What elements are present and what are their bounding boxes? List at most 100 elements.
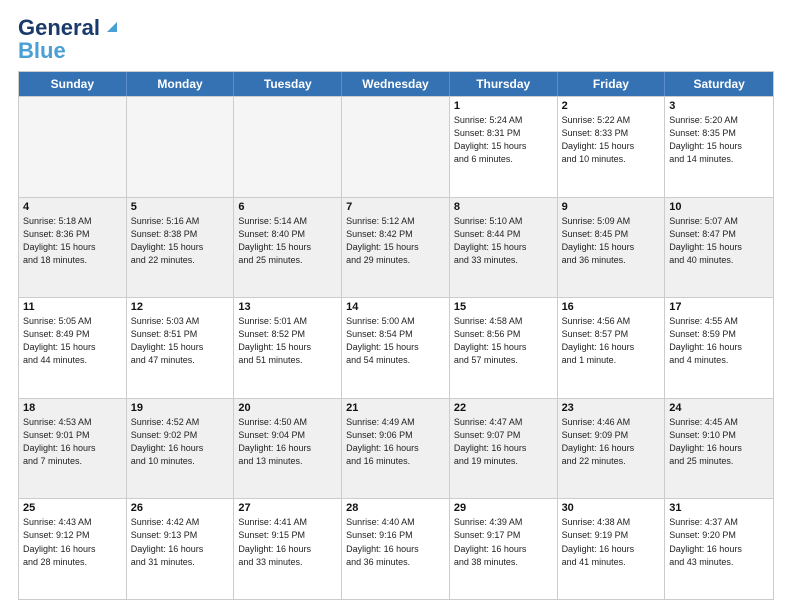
cal-cell-1-2: 6 Sunrise: 5:14 AM Sunset: 8:40 PM Daylig… xyxy=(234,198,342,298)
day-info: Sunrise: 4:40 AM Sunset: 9:16 PM Dayligh… xyxy=(346,516,445,568)
cal-cell-3-1: 19 Sunrise: 4:52 AM Sunset: 9:02 PM Dayli… xyxy=(127,399,235,499)
day-number: 23 xyxy=(562,402,661,414)
day-number: 13 xyxy=(238,301,337,313)
day-info: Sunrise: 4:53 AM Sunset: 9:01 PM Dayligh… xyxy=(23,416,122,468)
header-cell-friday: Friday xyxy=(558,72,666,96)
day-number: 27 xyxy=(238,502,337,514)
day-number: 22 xyxy=(454,402,553,414)
cal-cell-3-0: 18 Sunrise: 4:53 AM Sunset: 9:01 PM Dayli… xyxy=(19,399,127,499)
cal-cell-2-4: 15 Sunrise: 4:58 AM Sunset: 8:56 PM Dayli… xyxy=(450,298,558,398)
cal-cell-4-2: 27 Sunrise: 4:41 AM Sunset: 9:15 PM Dayli… xyxy=(234,499,342,599)
day-number: 26 xyxy=(131,502,230,514)
calendar-row-1: 4 Sunrise: 5:18 AM Sunset: 8:36 PM Daylig… xyxy=(19,197,773,298)
header-cell-monday: Monday xyxy=(127,72,235,96)
cal-cell-0-4: 1Sunrise: 5:24 AM Sunset: 8:31 PM Daylig… xyxy=(450,97,558,197)
cal-cell-3-2: 20Sunrise: 4:50 AM Sunset: 9:04 PM Dayli… xyxy=(234,399,342,499)
day-info: Sunrise: 4:47 AM Sunset: 9:07 PM Dayligh… xyxy=(454,416,553,468)
logo-general: General xyxy=(18,16,100,40)
day-info: Sunrise: 4:37 AM Sunset: 9:20 PM Dayligh… xyxy=(669,516,769,568)
day-number: 11 xyxy=(23,301,122,313)
cal-cell-3-4: 22 Sunrise: 4:47 AM Sunset: 9:07 PM Dayli… xyxy=(450,399,558,499)
cal-cell-1-5: 9 Sunrise: 5:09 AM Sunset: 8:45 PM Daylig… xyxy=(558,198,666,298)
header-cell-sunday: Sunday xyxy=(19,72,127,96)
cal-cell-3-5: 23Sunrise: 4:46 AM Sunset: 9:09 PM Dayli… xyxy=(558,399,666,499)
day-number: 28 xyxy=(346,502,445,514)
day-number: 18 xyxy=(23,402,122,414)
cal-cell-1-1: 5 Sunrise: 5:16 AM Sunset: 8:38 PM Daylig… xyxy=(127,198,235,298)
day-info: Sunrise: 5:05 AM Sunset: 8:49 PM Dayligh… xyxy=(23,315,122,367)
cal-cell-4-0: 25 Sunrise: 4:43 AM Sunset: 9:12 PM Dayli… xyxy=(19,499,127,599)
cal-cell-0-0 xyxy=(19,97,127,197)
cal-cell-4-3: 28 Sunrise: 4:40 AM Sunset: 9:16 PM Dayli… xyxy=(342,499,450,599)
header-cell-tuesday: Tuesday xyxy=(234,72,342,96)
header: General Blue xyxy=(18,16,774,63)
day-info: Sunrise: 4:43 AM Sunset: 9:12 PM Dayligh… xyxy=(23,516,122,568)
day-number: 4 xyxy=(23,201,122,213)
calendar-row-2: 11 Sunrise: 5:05 AM Sunset: 8:49 PM Dayli… xyxy=(19,297,773,398)
day-number: 14 xyxy=(346,301,445,313)
calendar-row-4: 25 Sunrise: 4:43 AM Sunset: 9:12 PM Dayli… xyxy=(19,498,773,599)
day-number: 9 xyxy=(562,201,661,213)
day-number: 17 xyxy=(669,301,769,313)
day-number: 15 xyxy=(454,301,553,313)
header-cell-thursday: Thursday xyxy=(450,72,558,96)
cal-cell-1-3: 7 Sunrise: 5:12 AM Sunset: 8:42 PM Daylig… xyxy=(342,198,450,298)
day-info: Sunrise: 5:09 AM Sunset: 8:45 PM Dayligh… xyxy=(562,215,661,267)
day-number: 31 xyxy=(669,502,769,514)
cal-cell-0-5: 2Sunrise: 5:22 AM Sunset: 8:33 PM Daylig… xyxy=(558,97,666,197)
day-number: 8 xyxy=(454,201,553,213)
day-number: 12 xyxy=(131,301,230,313)
day-number: 6 xyxy=(238,201,337,213)
day-number: 5 xyxy=(131,201,230,213)
day-info: Sunrise: 4:49 AM Sunset: 9:06 PM Dayligh… xyxy=(346,416,445,468)
day-number: 30 xyxy=(562,502,661,514)
day-info: Sunrise: 4:56 AM Sunset: 8:57 PM Dayligh… xyxy=(562,315,661,367)
logo: General Blue xyxy=(18,16,121,63)
calendar: SundayMondayTuesdayWednesdayThursdayFrid… xyxy=(18,71,774,600)
cal-cell-2-0: 11 Sunrise: 5:05 AM Sunset: 8:49 PM Dayli… xyxy=(19,298,127,398)
cal-cell-3-6: 24 Sunrise: 4:45 AM Sunset: 9:10 PM Dayli… xyxy=(665,399,773,499)
day-info: Sunrise: 4:42 AM Sunset: 9:13 PM Dayligh… xyxy=(131,516,230,568)
cal-cell-2-5: 16 Sunrise: 4:56 AM Sunset: 8:57 PM Dayli… xyxy=(558,298,666,398)
day-number: 24 xyxy=(669,402,769,414)
cal-cell-4-4: 29Sunrise: 4:39 AM Sunset: 9:17 PM Dayli… xyxy=(450,499,558,599)
day-number: 19 xyxy=(131,402,230,414)
day-info: Sunrise: 4:38 AM Sunset: 9:19 PM Dayligh… xyxy=(562,516,661,568)
day-info: Sunrise: 5:03 AM Sunset: 8:51 PM Dayligh… xyxy=(131,315,230,367)
day-info: Sunrise: 5:16 AM Sunset: 8:38 PM Dayligh… xyxy=(131,215,230,267)
day-number: 3 xyxy=(669,100,769,112)
day-info: Sunrise: 5:10 AM Sunset: 8:44 PM Dayligh… xyxy=(454,215,553,267)
day-info: Sunrise: 5:00 AM Sunset: 8:54 PM Dayligh… xyxy=(346,315,445,367)
calendar-body: 1Sunrise: 5:24 AM Sunset: 8:31 PM Daylig… xyxy=(19,96,773,599)
cal-cell-1-0: 4 Sunrise: 5:18 AM Sunset: 8:36 PM Daylig… xyxy=(19,198,127,298)
day-number: 10 xyxy=(669,201,769,213)
day-info: Sunrise: 4:58 AM Sunset: 8:56 PM Dayligh… xyxy=(454,315,553,367)
day-number: 20 xyxy=(238,402,337,414)
day-number: 25 xyxy=(23,502,122,514)
cal-cell-4-6: 31 Sunrise: 4:37 AM Sunset: 9:20 PM Dayli… xyxy=(665,499,773,599)
day-number: 16 xyxy=(562,301,661,313)
day-info: Sunrise: 5:20 AM Sunset: 8:35 PM Dayligh… xyxy=(669,114,769,166)
day-info: Sunrise: 4:52 AM Sunset: 9:02 PM Dayligh… xyxy=(131,416,230,468)
day-number: 21 xyxy=(346,402,445,414)
day-info: Sunrise: 5:01 AM Sunset: 8:52 PM Dayligh… xyxy=(238,315,337,367)
cal-cell-4-5: 30 Sunrise: 4:38 AM Sunset: 9:19 PM Dayli… xyxy=(558,499,666,599)
calendar-row-3: 18 Sunrise: 4:53 AM Sunset: 9:01 PM Dayli… xyxy=(19,398,773,499)
cal-cell-0-6: 3 Sunrise: 5:20 AM Sunset: 8:35 PM Daylig… xyxy=(665,97,773,197)
day-info: Sunrise: 5:14 AM Sunset: 8:40 PM Dayligh… xyxy=(238,215,337,267)
cal-cell-0-2 xyxy=(234,97,342,197)
day-info: Sunrise: 4:39 AM Sunset: 9:17 PM Dayligh… xyxy=(454,516,553,568)
day-number: 7 xyxy=(346,201,445,213)
cal-cell-2-3: 14 Sunrise: 5:00 AM Sunset: 8:54 PM Dayli… xyxy=(342,298,450,398)
day-info: Sunrise: 5:12 AM Sunset: 8:42 PM Dayligh… xyxy=(346,215,445,267)
day-info: Sunrise: 4:45 AM Sunset: 9:10 PM Dayligh… xyxy=(669,416,769,468)
cal-cell-1-4: 8 Sunrise: 5:10 AM Sunset: 8:44 PM Daylig… xyxy=(450,198,558,298)
day-info: Sunrise: 5:18 AM Sunset: 8:36 PM Dayligh… xyxy=(23,215,122,267)
calendar-header-row: SundayMondayTuesdayWednesdayThursdayFrid… xyxy=(19,72,773,96)
header-cell-saturday: Saturday xyxy=(665,72,773,96)
cal-cell-3-3: 21 Sunrise: 4:49 AM Sunset: 9:06 PM Dayli… xyxy=(342,399,450,499)
cal-cell-4-1: 26 Sunrise: 4:42 AM Sunset: 9:13 PM Dayli… xyxy=(127,499,235,599)
day-info: Sunrise: 5:22 AM Sunset: 8:33 PM Dayligh… xyxy=(562,114,661,166)
day-info: Sunrise: 4:41 AM Sunset: 9:15 PM Dayligh… xyxy=(238,516,337,568)
cal-cell-0-1 xyxy=(127,97,235,197)
